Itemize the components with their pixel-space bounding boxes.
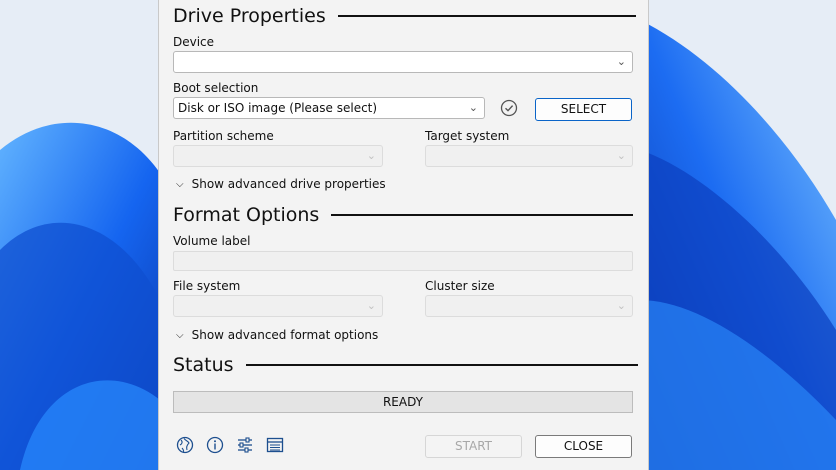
format-options-header: Format Options (173, 204, 634, 226)
close-button[interactable]: CLOSE (535, 435, 632, 458)
log-icon[interactable] (265, 435, 285, 455)
file-system-dropdown[interactable]: ⌄ (173, 295, 383, 317)
select-button[interactable]: SELECT (535, 98, 632, 121)
boot-selection-dropdown[interactable]: Disk or ISO image (Please select) ⌄ (173, 97, 485, 119)
section-divider (245, 364, 638, 366)
section-divider (331, 214, 634, 216)
globe-icon[interactable] (175, 435, 195, 455)
partition-scheme-dropdown[interactable]: ⌄ (173, 145, 383, 167)
target-system-dropdown[interactable]: ⌄ (425, 145, 633, 167)
chevron-down-icon: ⌄ (616, 149, 626, 162)
cluster-size-label: Cluster size (425, 279, 495, 293)
boot-selection-value: Disk or ISO image (Please select) (178, 101, 378, 115)
partition-scheme-label: Partition scheme (173, 129, 274, 143)
target-system-label: Target system (425, 129, 510, 143)
volume-label-label: Volume label (173, 234, 251, 248)
show-advanced-format-options-toggle[interactable]: ⌵ Show advanced format options (173, 328, 378, 342)
settings-sliders-icon[interactable] (235, 435, 255, 455)
drive-properties-header: Drive Properties (173, 5, 636, 27)
device-label: Device (173, 35, 215, 49)
start-button[interactable]: START (425, 435, 522, 458)
check-circle-icon[interactable] (500, 99, 518, 117)
device-dropdown[interactable]: ⌄ (173, 51, 633, 73)
status-header: Status (173, 354, 638, 376)
format-options-heading: Format Options (173, 204, 320, 226)
info-icon[interactable] (205, 435, 225, 455)
chevron-down-icon: ⌄ (616, 55, 626, 68)
show-advanced-drive-properties-toggle[interactable]: ⌵ Show advanced drive properties (173, 177, 386, 191)
advanced-format-label: Show advanced format options (191, 328, 379, 342)
rufus-window: Drive Properties Device ⌄ Boot selection… (158, 0, 649, 470)
chevron-down-icon: ⌵ (176, 329, 184, 341)
chevron-down-icon: ⌄ (366, 299, 376, 312)
file-system-label: File system (173, 279, 241, 293)
boot-selection-label: Boot selection (173, 81, 259, 95)
advanced-drive-label: Show advanced drive properties (191, 177, 386, 191)
status-heading: Status (173, 354, 234, 376)
chevron-down-icon: ⌄ (616, 299, 626, 312)
cluster-size-dropdown[interactable]: ⌄ (425, 295, 633, 317)
chevron-down-icon: ⌵ (176, 178, 184, 190)
section-divider (337, 15, 636, 17)
chevron-down-icon: ⌄ (468, 101, 478, 114)
volume-label-input[interactable] (173, 251, 633, 271)
chevron-down-icon: ⌄ (366, 149, 376, 162)
drive-properties-heading: Drive Properties (173, 5, 326, 27)
status-bar: READY (173, 391, 633, 413)
